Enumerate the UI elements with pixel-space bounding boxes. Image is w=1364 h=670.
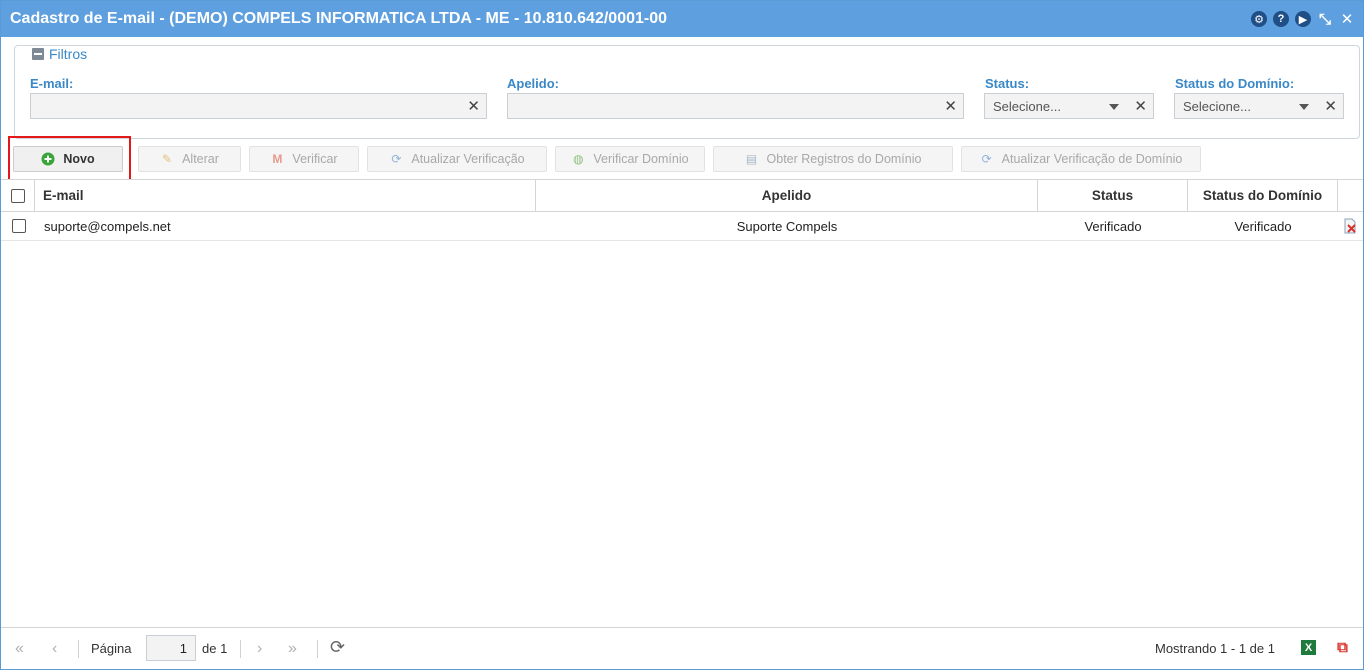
email-register-window: Cadastro de E-mail - (DEMO) COMPELS INFO…: [0, 0, 1364, 670]
collapse-filters-icon[interactable]: [32, 48, 44, 60]
select-all-checkbox[interactable]: [10, 188, 25, 203]
cell-apelido: Suporte Compels: [736, 218, 838, 234]
refresh-icon[interactable]: ⟳: [330, 637, 345, 658]
status-dominio-clear-icon[interactable]: ✕: [1324, 97, 1337, 115]
pdf-export-icon[interactable]: ⧉: [1335, 639, 1350, 656]
excel-export-icon[interactable]: X: [1301, 640, 1316, 655]
novo-button-highlight: [8, 136, 131, 181]
status-dropdown-icon[interactable]: [1109, 104, 1119, 110]
last-page-icon[interactable]: »: [288, 640, 297, 658]
next-page-icon[interactable]: ›: [257, 640, 262, 658]
collapse-window-icon[interactable]: ⤡: [1317, 11, 1333, 28]
status-filter-value: Selecione...: [993, 99, 1061, 114]
mail-icon: M: [272, 152, 283, 166]
refresh-icon: ⟳: [391, 152, 402, 166]
apelido-filter-input[interactable]: ✕: [507, 93, 964, 119]
window-controls: ⚙ ? ▶ ⤡ ✕: [1251, 11, 1355, 28]
column-header-email[interactable]: E-mail: [35, 180, 536, 211]
atualizar-verificacao-button[interactable]: ⟳ Atualizar Verificação: [367, 146, 547, 172]
previous-page-icon[interactable]: ‹: [52, 640, 57, 658]
atualizar-verificacao-dominio-label: Atualizar Verificação de Domínio: [1001, 152, 1183, 166]
select-all-cell[interactable]: [1, 180, 35, 211]
verificar-button-label: Verificar: [292, 152, 338, 166]
pager-separator: [78, 640, 79, 658]
alterar-button-label: Alterar: [182, 152, 219, 166]
email-clear-icon[interactable]: ✕: [467, 97, 480, 115]
pager-separator: [317, 640, 318, 658]
window-title: Cadastro de E-mail - (DEMO) COMPELS INFO…: [10, 10, 668, 27]
cell-status-dominio: Verificado: [1234, 218, 1292, 234]
table-row[interactable]: suporte@compels.net Suporte Compels Veri…: [1, 212, 1363, 241]
status-clear-icon[interactable]: ✕: [1134, 97, 1147, 115]
window-titlebar: Cadastro de E-mail - (DEMO) COMPELS INFO…: [1, 1, 1363, 37]
alterar-button[interactable]: ✎ Alterar: [138, 146, 241, 172]
action-toolbar: Novo ✎ Alterar M Verificar ⟳ Atualizar V…: [1, 141, 1363, 179]
email-filter-input[interactable]: ✕: [30, 93, 487, 119]
filters-legend[interactable]: Filtros: [30, 46, 90, 62]
status-dominio-filter-label: Status do Domínio:: [1175, 76, 1295, 91]
play-icon[interactable]: ▶: [1295, 11, 1311, 27]
apelido-clear-icon[interactable]: ✕: [944, 97, 957, 115]
page-label: Página: [91, 641, 132, 656]
delete-row-icon[interactable]: [1342, 212, 1360, 240]
refresh-icon: ⟳: [981, 152, 992, 166]
records-summary: Mostrando 1 - 1 de 1: [1155, 641, 1275, 656]
close-icon[interactable]: ✕: [1339, 11, 1355, 28]
verificar-dominio-button[interactable]: ◍ Verificar Domínio: [555, 146, 705, 172]
status-dominio-filter-value: Selecione...: [1183, 99, 1251, 114]
obter-registros-button[interactable]: ▤ Obter Registros do Domínio: [713, 146, 953, 172]
pager-separator: [240, 640, 241, 658]
pager-bar: « ‹ Página 1 de 1 › » ⟳ Mostrando 1 - 1 …: [1, 627, 1363, 669]
cell-status: Verificado: [1084, 218, 1142, 234]
document-icon: ▤: [745, 152, 758, 166]
first-page-icon[interactable]: «: [15, 640, 24, 658]
status-filter-select[interactable]: Selecione... ✕: [984, 93, 1154, 119]
column-header-apelido[interactable]: Apelido: [536, 180, 1038, 211]
atualizar-verificacao-label: Atualizar Verificação: [411, 152, 525, 166]
apelido-filter-label: Apelido:: [507, 76, 559, 91]
page-total-label: de 1: [202, 641, 228, 656]
filters-legend-label: Filtros: [49, 46, 88, 62]
cell-email: suporte@compels.net: [44, 218, 171, 234]
status-dominio-filter-select[interactable]: Selecione... ✕: [1174, 93, 1344, 119]
edit-icon: ✎: [162, 152, 173, 166]
row-select-cell[interactable]: [12, 212, 28, 240]
column-header-status[interactable]: Status: [1038, 180, 1188, 211]
globe-icon: ◍: [573, 152, 584, 166]
obter-registros-label: Obter Registros do Domínio: [766, 152, 922, 166]
status-filter-label: Status:: [985, 76, 1030, 91]
page-number-input[interactable]: 1: [146, 635, 196, 661]
help-icon[interactable]: ?: [1273, 11, 1289, 27]
status-dominio-dropdown-icon[interactable]: [1299, 104, 1309, 110]
atualizar-verificacao-dominio-button[interactable]: ⟳ Atualizar Verificação de Domínio: [961, 146, 1201, 172]
verificar-dominio-label: Verificar Domínio: [593, 152, 689, 166]
filters-panel: [14, 45, 1360, 139]
grid-header: E-mail Apelido Status Status do Domínio: [1, 179, 1363, 212]
email-filter-label: E-mail:: [30, 76, 74, 91]
row-checkbox[interactable]: [12, 219, 26, 233]
column-header-status-dominio[interactable]: Status do Domínio: [1188, 180, 1338, 211]
verificar-button[interactable]: M Verificar: [249, 146, 359, 172]
settings-icon[interactable]: ⚙: [1251, 11, 1267, 27]
